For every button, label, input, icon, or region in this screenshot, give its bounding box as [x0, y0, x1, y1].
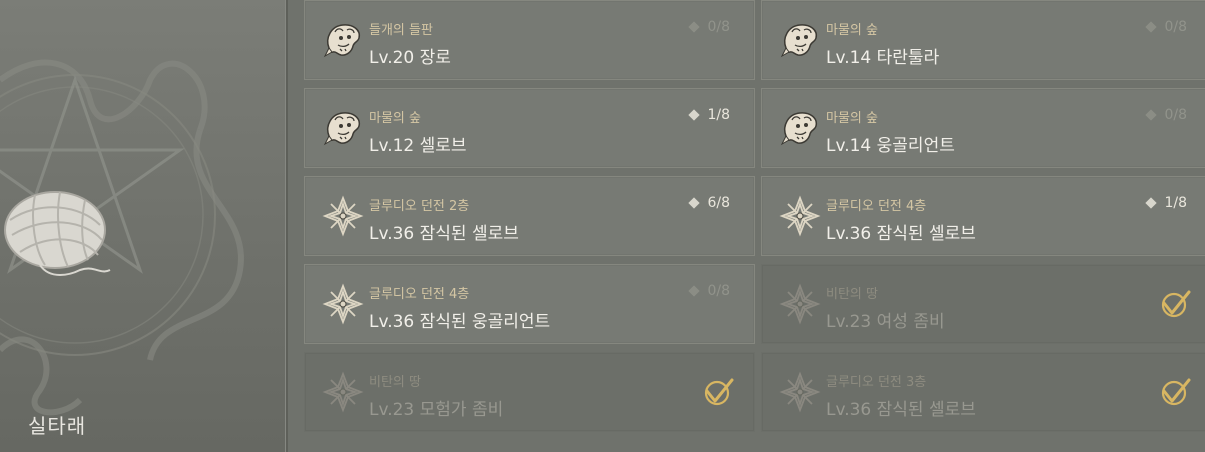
- quest-card[interactable]: 비탄의 땅 Lv.23 모험가 좀비: [304, 352, 755, 432]
- quest-card[interactable]: 비탄의 땅 Lv.23 여성 좀비: [761, 264, 1205, 344]
- progress-count: 0/8: [707, 283, 730, 299]
- quest-region: 비탄의 땅: [826, 287, 878, 302]
- quest-progress: 1/8: [688, 107, 730, 123]
- quest-region: 마물의 숲: [826, 111, 878, 126]
- quest-region: 글루디오 던전 2층: [369, 199, 470, 214]
- quest-progress: 0/8: [688, 283, 730, 299]
- quest-region: 들개의 들판: [369, 23, 433, 38]
- quest-card[interactable]: 글루디오 던전 3층 Lv.36 잠식된 셀로브: [761, 352, 1205, 432]
- diamond-icon: [688, 197, 701, 209]
- quest-target: Lv.23 여성 좀비: [826, 312, 945, 332]
- progress-count: 1/8: [1164, 195, 1187, 211]
- quest-progress: 0/8: [1145, 107, 1187, 123]
- dungeon-emblem-icon: [321, 194, 365, 238]
- quest-target: Lv.23 모험가 좀비: [369, 400, 504, 420]
- beast-head-icon: [778, 18, 822, 62]
- quest-progress: 0/8: [688, 19, 730, 35]
- quest-progress: 1/8: [1145, 195, 1187, 211]
- diamond-icon: [1145, 109, 1158, 121]
- item-panel: 실타래: [0, 0, 285, 452]
- quest-target: Lv.20 장로: [369, 48, 451, 68]
- quest-target: Lv.36 잠식된 셀로브: [826, 400, 976, 420]
- quest-target: Lv.36 잠식된 셀로브: [369, 224, 519, 244]
- quest-card[interactable]: 글루디오 던전 4층 Lv.36 잠식된 셀로브 1/8: [761, 176, 1205, 256]
- yarn-ball-illustration: [0, 59, 244, 416]
- dungeon-emblem-icon: [778, 282, 822, 326]
- quest-target: Lv.12 셀로브: [369, 136, 467, 156]
- completed-check-icon: [1159, 289, 1191, 319]
- diamond-icon: [688, 109, 701, 121]
- item-name: 실타래: [28, 414, 87, 438]
- progress-count: 0/8: [1164, 107, 1187, 123]
- quest-target: Lv.14 웅골리언트: [826, 136, 955, 156]
- beast-head-icon: [321, 106, 365, 150]
- dungeon-emblem-icon: [321, 370, 365, 414]
- panel-divider: [285, 0, 288, 452]
- quest-card[interactable]: 글루디오 던전 4층 Lv.36 잠식된 웅골리언트 0/8: [304, 264, 755, 344]
- quest-card[interactable]: 마물의 숲 Lv.12 셀로브 1/8: [304, 88, 755, 168]
- dungeon-emblem-icon: [321, 282, 365, 326]
- completed-check-icon: [702, 377, 734, 407]
- quest-region: 글루디오 던전 4층: [369, 287, 470, 302]
- diamond-icon: [1145, 197, 1158, 209]
- quest-target: Lv.36 잠식된 셀로브: [826, 224, 976, 244]
- completed-check-icon: [1159, 377, 1191, 407]
- quest-region: 글루디오 던전 3층: [826, 375, 927, 390]
- diamond-icon: [688, 285, 701, 297]
- dungeon-emblem-icon: [778, 194, 822, 238]
- quest-target: Lv.36 잠식된 웅골리언트: [369, 312, 551, 332]
- quest-progress: 0/8: [1145, 19, 1187, 35]
- diamond-icon: [1145, 21, 1158, 33]
- dungeon-emblem-icon: [778, 370, 822, 414]
- progress-count: 1/8: [707, 107, 730, 123]
- quest-card[interactable]: 들개의 들판 Lv.20 장로 0/8: [304, 0, 755, 80]
- diamond-icon: [688, 21, 701, 33]
- progress-count: 6/8: [707, 195, 730, 211]
- quest-region: 글루디오 던전 4층: [826, 199, 927, 214]
- beast-head-icon: [778, 106, 822, 150]
- beast-head-icon: [321, 18, 365, 62]
- quest-region: 마물의 숲: [369, 111, 421, 126]
- progress-count: 0/8: [1164, 19, 1187, 35]
- quest-region: 마물의 숲: [826, 23, 878, 38]
- quest-progress: 6/8: [688, 195, 730, 211]
- quest-card[interactable]: 마물의 숲 Lv.14 웅골리언트 0/8: [761, 88, 1205, 168]
- quest-region: 비탄의 땅: [369, 375, 421, 390]
- quest-card[interactable]: 마물의 숲 Lv.14 타란툴라 0/8: [761, 0, 1205, 80]
- quest-card[interactable]: 글루디오 던전 2층 Lv.36 잠식된 셀로브 6/8: [304, 176, 755, 256]
- progress-count: 0/8: [707, 19, 730, 35]
- quest-target: Lv.14 타란툴라: [826, 48, 940, 68]
